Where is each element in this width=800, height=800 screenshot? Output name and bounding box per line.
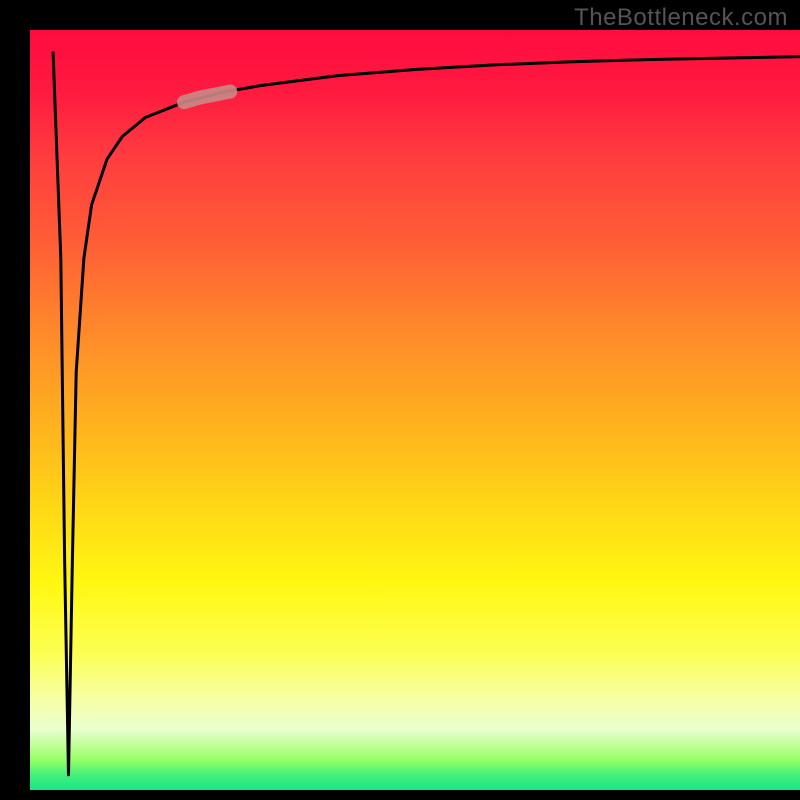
curve-layer [30, 30, 800, 790]
y-axis-margin [0, 30, 30, 790]
bottleneck-curve [53, 53, 800, 775]
x-axis-margin [0, 790, 800, 800]
bottleneck-chart: TheBottleneck.com [0, 0, 800, 800]
selected-range-highlight [184, 92, 230, 103]
watermark-text: TheBottleneck.com [574, 4, 788, 32]
